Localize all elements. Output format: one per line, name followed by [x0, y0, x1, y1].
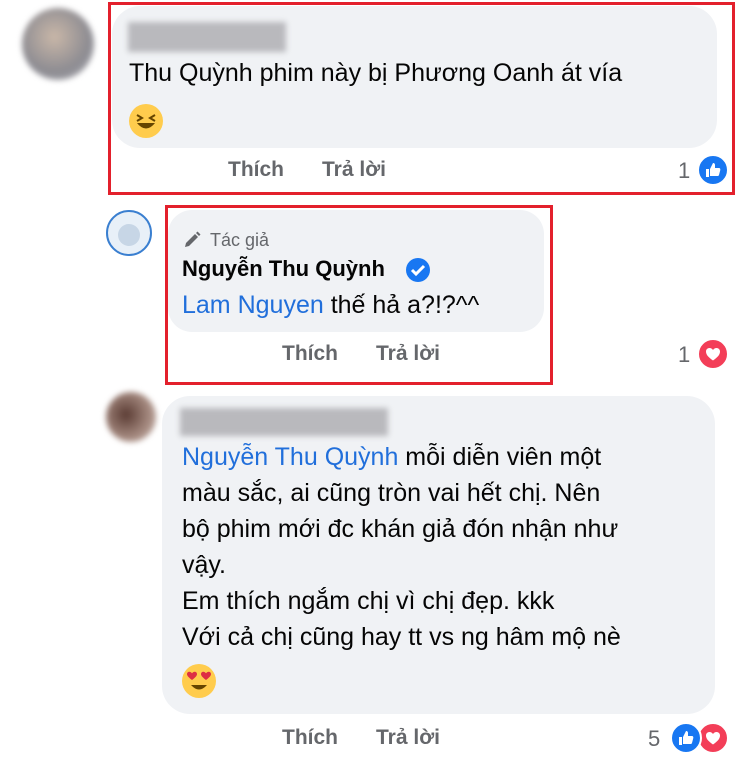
like-reaction-icon[interactable] [670, 722, 702, 754]
laughing-emoji [129, 104, 163, 138]
heart-eyes-emoji [182, 664, 216, 698]
pencil-icon [182, 230, 202, 255]
reaction-count[interactable]: 1 [678, 158, 690, 184]
like-button[interactable]: Thích [228, 158, 284, 182]
reaction-count[interactable]: 5 [648, 726, 660, 752]
reply-button[interactable]: Trả lời [376, 342, 440, 366]
comment-text-line: Em thích ngắm chị vì chị đẹp. kkk [182, 587, 555, 615]
comment-text-line: bộ phim mới đc khán giả đón nhận như [182, 515, 619, 543]
comment-bubble: Tác giả Nguyễn Thu Quỳnh Lam Nguyen thế … [168, 210, 544, 332]
comment-text: Lam Nguyen thế hả a?!?^^ [182, 288, 479, 322]
comment-body: mỗi diễn viên một [398, 443, 602, 471]
reply-button[interactable]: Trả lời [322, 158, 386, 182]
like-button[interactable]: Thích [282, 342, 338, 366]
reply-button[interactable]: Trả lời [376, 726, 440, 750]
comment-body: thế hả a?!?^^ [323, 291, 480, 319]
commenter-name-blurred[interactable] [180, 408, 388, 436]
verified-badge-icon [406, 258, 430, 282]
comment-text-line: Nguyễn Thu Quỳnh mỗi diễn viên một [182, 440, 601, 474]
author-badge: Tác giả [210, 230, 270, 250]
like-button[interactable]: Thích [282, 726, 338, 750]
commenter-avatar[interactable] [22, 8, 94, 80]
mention-link[interactable]: Lam Nguyen [182, 291, 324, 319]
love-reaction-icon[interactable] [697, 338, 729, 370]
commenter-avatar[interactable] [106, 392, 156, 442]
comment-text-line: màu sắc, ai cũng tròn vai hết chị. Nên [182, 479, 601, 507]
like-reaction-icon[interactable] [697, 154, 729, 186]
comment-bubble: Thu Quỳnh phim này bị Phương Oanh át vía [112, 6, 717, 148]
reaction-count[interactable]: 1 [678, 342, 690, 368]
mention-link[interactable]: Nguyễn Thu Quỳnh [182, 443, 398, 471]
comment-text-line: vậy. [182, 551, 226, 579]
author-name[interactable]: Nguyễn Thu Quỳnh [182, 256, 385, 282]
comment-bubble: Nguyễn Thu Quỳnh mỗi diễn viên một màu s… [162, 396, 715, 714]
commenter-name-blurred[interactable] [128, 22, 286, 52]
comment-text: Thu Quỳnh phim này bị Phương Oanh át vía [129, 59, 623, 87]
author-avatar[interactable] [106, 210, 152, 256]
comment-text-line: Với cả chị cũng hay tt vs ng hâm mộ nè [182, 623, 621, 651]
